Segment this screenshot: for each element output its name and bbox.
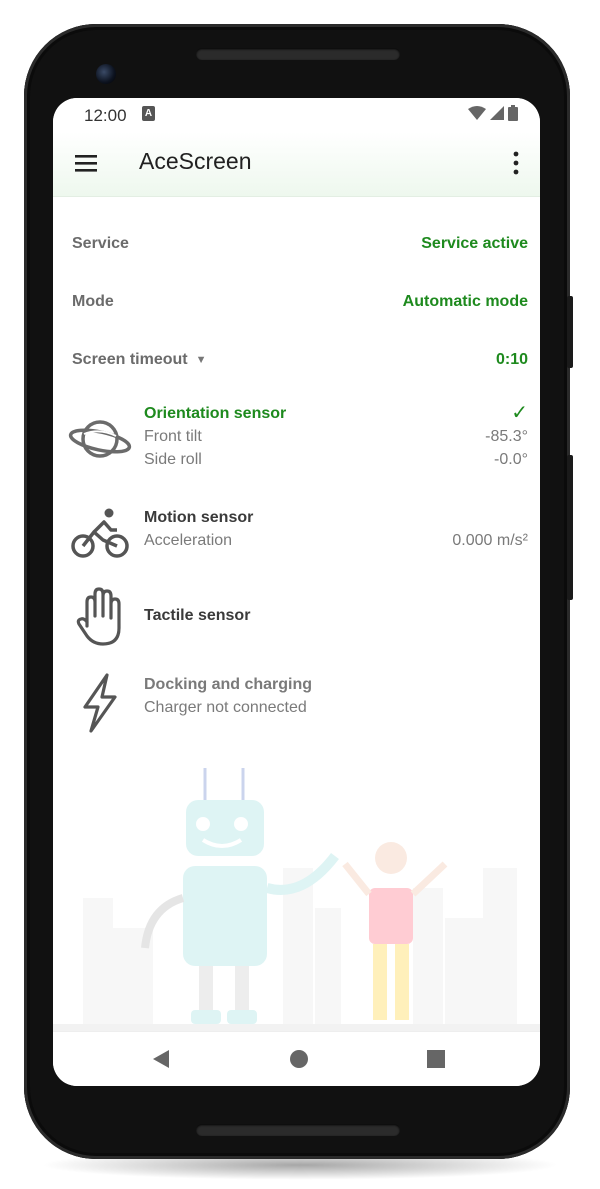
- service-label: Service: [72, 235, 129, 252]
- acceleration-value: 0.000 m/s²: [452, 532, 528, 549]
- docking-title: Docking and charging: [144, 676, 313, 693]
- hamburger-menu-icon[interactable]: [73, 150, 101, 178]
- hand-icon: [76, 587, 121, 646]
- screen-timeout-label: Screen timeout: [72, 351, 188, 368]
- status-icons: [468, 105, 518, 121]
- back-triangle-icon[interactable]: [149, 1046, 175, 1072]
- check-icon: ✓: [511, 402, 528, 424]
- planet-icon: [68, 420, 132, 458]
- status-time: 12:00: [84, 106, 127, 125]
- side-roll-label: Side roll: [144, 451, 202, 468]
- acceleration-label: Acceleration: [144, 532, 233, 549]
- mode-label: Mode: [72, 293, 114, 310]
- orientation-title: Orientation sensor: [144, 405, 287, 422]
- docking-details: Docking and charging Charger not connect…: [144, 673, 528, 719]
- tactile-title: Tactile sensor: [144, 607, 251, 624]
- phone-screen: 12:00 A AceScreen Service Service active…: [53, 98, 540, 1086]
- battery-icon: [508, 105, 518, 121]
- mode-row[interactable]: Mode Automatic mode: [72, 287, 528, 317]
- tactile-details: Tactile sensor: [144, 604, 528, 627]
- front-tilt-value: -85.3°: [485, 428, 528, 445]
- docking-status: Charger not connected: [144, 699, 307, 716]
- status-bar: 12:00 A: [53, 98, 540, 132]
- motion-title: Motion sensor: [144, 509, 254, 526]
- side-roll-value: -0.0°: [494, 451, 528, 468]
- app-bar: AceScreen: [53, 132, 540, 197]
- lightning-bolt-icon: [83, 673, 117, 733]
- earpiece-speaker: [196, 48, 400, 60]
- mode-value: Automatic mode: [402, 293, 528, 310]
- service-value: Service active: [421, 235, 528, 252]
- notification-icon: A: [142, 106, 155, 121]
- front-tilt-label: Front tilt: [144, 428, 202, 445]
- recents-square-icon[interactable]: [423, 1046, 449, 1072]
- volume-button: [567, 455, 573, 600]
- docking-sensor[interactable]: Docking and charging Charger not connect…: [53, 673, 540, 739]
- app-title: AceScreen: [139, 148, 252, 174]
- dropdown-caret-icon: ▼: [195, 354, 207, 366]
- navigation-bar: [53, 1031, 540, 1086]
- service-row[interactable]: Service Service active: [72, 229, 528, 259]
- tactile-sensor[interactable]: Tactile sensor: [53, 584, 540, 650]
- screen-timeout-row[interactable]: Screen timeout ▼ 0:10: [72, 345, 528, 375]
- robot-and-child-illustration: [53, 768, 540, 1032]
- bottom-speaker: [196, 1124, 400, 1136]
- front-camera: [96, 64, 116, 84]
- screen-timeout-value: 0:10: [495, 351, 528, 368]
- home-circle-icon[interactable]: [286, 1046, 312, 1072]
- orientation-details: Orientation sensor ✓ Front tilt -85.3° S…: [144, 402, 528, 471]
- motion-details: Motion sensor Acceleration 0.000 m/s²: [144, 506, 528, 552]
- motion-sensor[interactable]: Motion sensor Acceleration 0.000 m/s²: [53, 506, 540, 560]
- bicycle-icon: [71, 508, 129, 558]
- more-vert-icon[interactable]: [504, 148, 528, 178]
- wifi-icon: [468, 106, 486, 120]
- power-button: [567, 296, 573, 368]
- screen-timeout-selector[interactable]: Screen timeout ▼: [72, 351, 206, 369]
- orientation-sensor[interactable]: Orientation sensor ✓ Front tilt -85.3° S…: [53, 402, 540, 474]
- cell-signal-icon: [490, 106, 504, 120]
